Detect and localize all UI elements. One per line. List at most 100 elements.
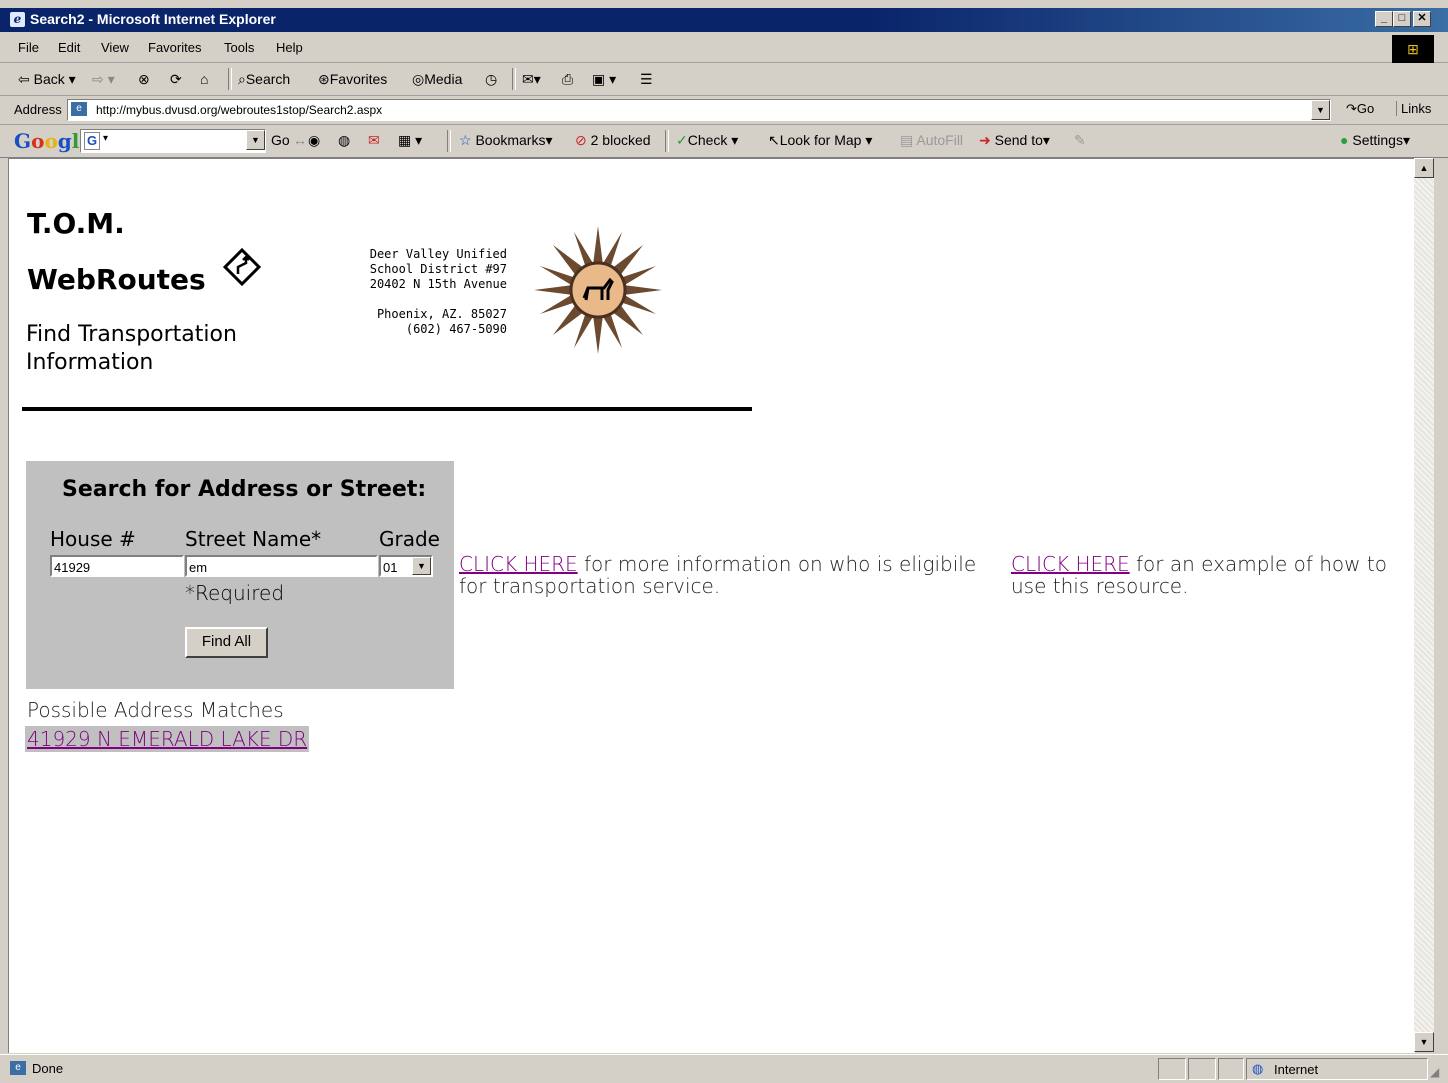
scroll-up-icon[interactable]: ▲	[1414, 158, 1434, 178]
menu-tools[interactable]: Tools	[224, 40, 254, 55]
pagerank-icon[interactable]: ▦ ▾	[398, 132, 422, 149]
house-label: House #	[50, 527, 136, 551]
page-done-icon: e	[10, 1061, 26, 1075]
lookformap-label: Look for Map	[779, 132, 862, 148]
street-label: Street Name*	[185, 527, 322, 551]
scroll-down-icon[interactable]: ▼	[1414, 1032, 1434, 1052]
district-number: School District #97	[369, 262, 507, 276]
page-icon: e	[71, 102, 87, 116]
standard-toolbar: ⇦ Back ▾ ⇨ ▾ ⊗ ⟳ ⌂ ⌕Search ⊛Favorites ◎M…	[0, 63, 1448, 96]
back-arrow-icon: ⇦	[18, 71, 30, 87]
matches-label: Possible Address Matches	[27, 698, 284, 722]
refresh-icon[interactable]: ⟳	[170, 71, 182, 88]
window-title: Search2 - Microsoft Internet Explorer	[30, 11, 276, 27]
header-rule	[22, 407, 752, 411]
ie-icon: e	[10, 12, 25, 27]
sendto-label: Send to	[994, 132, 1043, 148]
eligibility-info: CLICK HERE for more information on who i…	[459, 553, 999, 597]
spellcheck-globe-icon[interactable]: ◍	[338, 132, 350, 149]
menu-help[interactable]: Help	[276, 40, 303, 55]
settings-button[interactable]: ● Settings▾	[1340, 132, 1410, 149]
send-to-button[interactable]: ➜ Send to▾	[979, 132, 1050, 149]
status-cell	[1188, 1058, 1216, 1080]
home-icon[interactable]: ⌂	[200, 71, 208, 87]
subtitle-line-2: Information	[26, 350, 154, 375]
close-button[interactable]: ✕	[1413, 11, 1431, 27]
look-for-map-button[interactable]: ↖Look for Map ▾	[768, 132, 872, 149]
google-dropdown-icon[interactable]: ▼	[246, 130, 265, 150]
highlight-icon[interactable]: ✎	[1074, 132, 1086, 149]
street-name-input[interactable]: em	[185, 555, 378, 577]
favorites-label: Favorites	[329, 71, 388, 87]
blocked-label: 2 blocked	[590, 132, 651, 148]
match-address-link[interactable]: 41929 N EMERALD LAKE DR	[27, 727, 307, 751]
discuss-icon[interactable]: ☰	[640, 71, 653, 88]
menu-edit[interactable]: Edit	[58, 40, 80, 55]
eligibility-link[interactable]: CLICK HERE	[459, 552, 578, 576]
popup-blocker-button[interactable]: ⊘ 2 blocked	[575, 132, 651, 149]
go-button[interactable]: ↷Go	[1346, 101, 1374, 117]
route-sign-icon	[222, 247, 262, 287]
match-item: 41929 N EMERALD LAKE DR	[25, 726, 310, 752]
find-all-button[interactable]: Find All	[185, 627, 268, 658]
example-link[interactable]: CLICK HERE	[1011, 552, 1130, 576]
autofill-icon: ▤	[900, 132, 914, 148]
links-button[interactable]: Links	[1396, 101, 1431, 116]
menu-file[interactable]: File	[18, 40, 39, 55]
mail-icon[interactable]: ✉▾	[522, 71, 541, 88]
toolbar-separator	[665, 130, 669, 152]
bookmarks-label: Bookmarks	[475, 132, 546, 148]
go-label: Go	[1356, 101, 1375, 116]
grade-dropdown-icon[interactable]: ▼	[412, 557, 431, 575]
google-search-input[interactable]: G ▾ ▼	[80, 129, 266, 153]
news-icon[interactable]: ◉	[308, 132, 320, 149]
history-icon[interactable]: ◷	[485, 71, 497, 88]
toolbar-separator	[512, 68, 516, 90]
favorites-button[interactable]: ⊛Favorites	[318, 71, 387, 88]
house-number-input[interactable]: 41929	[50, 555, 184, 577]
forward-arrow-icon: ⇨	[92, 71, 104, 87]
toolbar-separator	[228, 68, 232, 90]
address-input[interactable]: e http://mybus.dvusd.org/webroutes1stop/…	[67, 99, 1331, 121]
menu-bar: File Edit View Favorites Tools Help ⊞	[0, 32, 1448, 63]
maximize-button[interactable]: □	[1393, 11, 1411, 27]
spellcheck-button[interactable]: ✓Check ▾	[676, 132, 738, 149]
autofill-button[interactable]: ▤ AutoFill	[900, 132, 963, 149]
status-cell	[1158, 1058, 1186, 1080]
resize-grip-icon[interactable]: ◢	[1430, 1065, 1439, 1079]
title-bar: e Search2 - Microsoft Internet Explorer …	[0, 8, 1448, 32]
district-street: 20402 N 15th Avenue	[369, 277, 507, 291]
settings-circle-icon: ●	[1340, 132, 1349, 148]
google-g-dropdown-icon[interactable]: ▾	[103, 133, 108, 144]
address-dropdown-icon[interactable]: ▼	[1311, 100, 1330, 120]
forward-button[interactable]: ⇨ ▾	[92, 71, 115, 88]
menu-favorites[interactable]: Favorites	[148, 40, 201, 55]
district-city: Phoenix, AZ. 85027	[376, 307, 507, 321]
edit-icon[interactable]: ▣ ▾	[592, 71, 616, 88]
menu-view[interactable]: View	[101, 40, 129, 55]
gmail-icon[interactable]: ✉	[368, 132, 380, 149]
google-go-button[interactable]: Go	[271, 132, 290, 148]
search-panel: Search for Address or Street: House # St…	[26, 461, 454, 689]
grade-select[interactable]: 01 ▼	[379, 555, 433, 577]
district-phone: (602) 467-5090	[405, 322, 507, 336]
map-icon: ↖	[768, 132, 780, 148]
district-name: Deer Valley Unified	[369, 247, 507, 261]
page-subtitle: Find Transportation Information	[26, 321, 237, 377]
bookmarks-button[interactable]: ☆ Bookmarks▾	[459, 132, 553, 149]
minimize-button[interactable]: _	[1375, 11, 1393, 27]
print-icon[interactable]: ⎙	[562, 71, 573, 88]
vertical-scrollbar[interactable]: ▲ ▼	[1414, 158, 1434, 1052]
back-label: Back	[33, 71, 65, 87]
zone-cell: ◍ Internet	[1246, 1058, 1428, 1080]
search-label: Search	[245, 71, 291, 87]
search-button[interactable]: ⌕Search	[238, 71, 290, 88]
search-title: Search for Address or Street:	[62, 477, 427, 502]
google-g-icon: G	[84, 132, 100, 150]
subtitle-line-1: Find Transportation	[26, 322, 237, 347]
google-arrows-icon: ↔	[293, 132, 307, 148]
back-button[interactable]: ⇦ Back ▾	[18, 71, 76, 88]
media-button[interactable]: ◎Media	[412, 71, 462, 88]
stop-icon[interactable]: ⊗	[138, 71, 150, 88]
required-note: *Required	[185, 581, 285, 605]
